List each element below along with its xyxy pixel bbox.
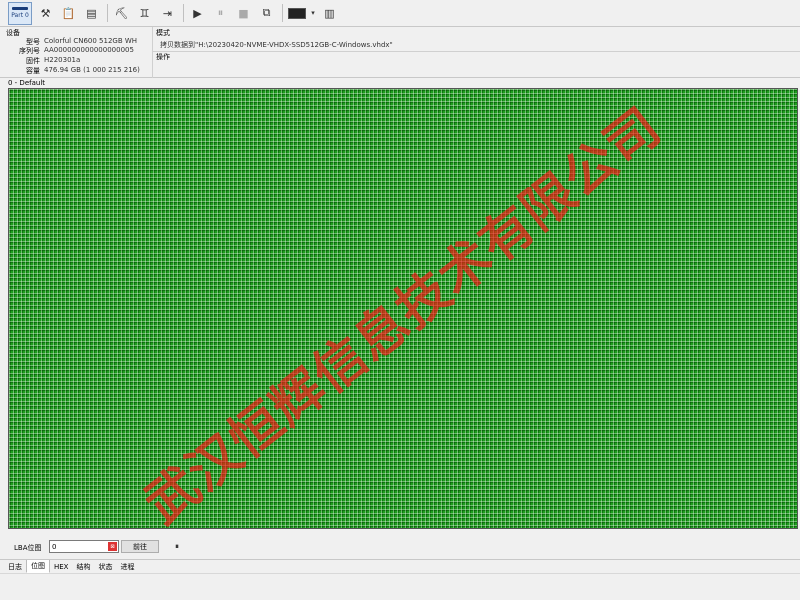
lba-toolbar: LBA位图 ⊠ 前往 ⏸ [0, 538, 800, 558]
capacity-value: 476.94 GB (1 000 215 216) [44, 66, 140, 74]
tab-3[interactable]: 结构 [72, 560, 94, 573]
model-value: Colorful CN600 512GB WH [44, 37, 138, 45]
monitor-icon[interactable] [287, 3, 306, 24]
part-select-button[interactable]: Part 0 [8, 1, 32, 25]
capacity-key: 容量 [26, 67, 40, 75]
toolbar-separator [282, 4, 283, 22]
pause-icon[interactable]: ⏸ [211, 3, 230, 24]
tab-5[interactable]: 进程 [116, 560, 138, 573]
tab-4[interactable]: 状态 [94, 560, 116, 573]
toolbar: Part 0 ⚒ 📋 ▤ ⛏ ♊ ⇥ ▶ ⏸ ■ ⧉ ▾ ▥ [0, 0, 800, 27]
report-icon[interactable]: ▤ [82, 3, 101, 24]
go-button[interactable]: 前往 [121, 540, 159, 553]
copy-icon[interactable]: ⧉ [257, 3, 276, 24]
stats-icon[interactable]: ▥ [320, 3, 339, 24]
panel-divider [152, 27, 153, 78]
firmware-key: 固件 [26, 57, 40, 65]
app-window: Part 0 ⚒ 📋 ▤ ⛏ ♊ ⇥ ▶ ⏸ ■ ⧉ ▾ ▥ 设备 型号 Col… [0, 0, 800, 600]
lba-bitmap-grid[interactable] [8, 88, 798, 529]
tab-0[interactable]: 日志 [4, 560, 26, 573]
dropdown-icon[interactable]: ▾ [310, 3, 316, 24]
status-bar [0, 573, 800, 600]
lba-label: LBA位图 [14, 544, 42, 552]
stop-icon[interactable]: ■ [234, 3, 253, 24]
tools-icon[interactable]: ⚒ [36, 3, 55, 24]
lba-clear-icon[interactable]: ⊠ [108, 542, 117, 551]
tab-1[interactable]: 位图 [26, 560, 50, 573]
serial-value: AA000000000000000005 [44, 46, 134, 54]
serial-key: 序列号 [19, 47, 40, 55]
ops-section-label: 操作 [156, 53, 170, 61]
part-label: Part 0 [11, 12, 29, 19]
toolbar-separator [107, 4, 108, 22]
mode-value: 拷贝数据到"H:\20230420-NVME-VHDX-SSD512GB-C-W… [160, 41, 393, 49]
tab-2[interactable]: HEX [50, 560, 72, 573]
binoculars-icon[interactable]: ♊ [135, 3, 154, 24]
firmware-value: H220301a [44, 56, 81, 64]
bottom-tabs: 日志 位图 HEX 结构 状态 进程 [0, 559, 800, 573]
export-icon[interactable]: ⇥ [158, 3, 177, 24]
scanner-icon[interactable]: ⛏ [112, 3, 131, 24]
play-icon[interactable]: ▶ [188, 3, 207, 24]
panel-divider [153, 51, 800, 52]
clipboard-icon[interactable]: 📋 [59, 3, 78, 24]
mode-section-label: 模式 [156, 29, 170, 37]
info-panel: 设备 型号 Colorful CN600 512GB WH 序列号 AA0000… [0, 27, 800, 78]
pause-button[interactable]: ⏸ [170, 540, 184, 554]
partition-label: 0 - Default [8, 79, 46, 87]
toolbar-separator [183, 4, 184, 22]
drive-icon [12, 7, 28, 10]
